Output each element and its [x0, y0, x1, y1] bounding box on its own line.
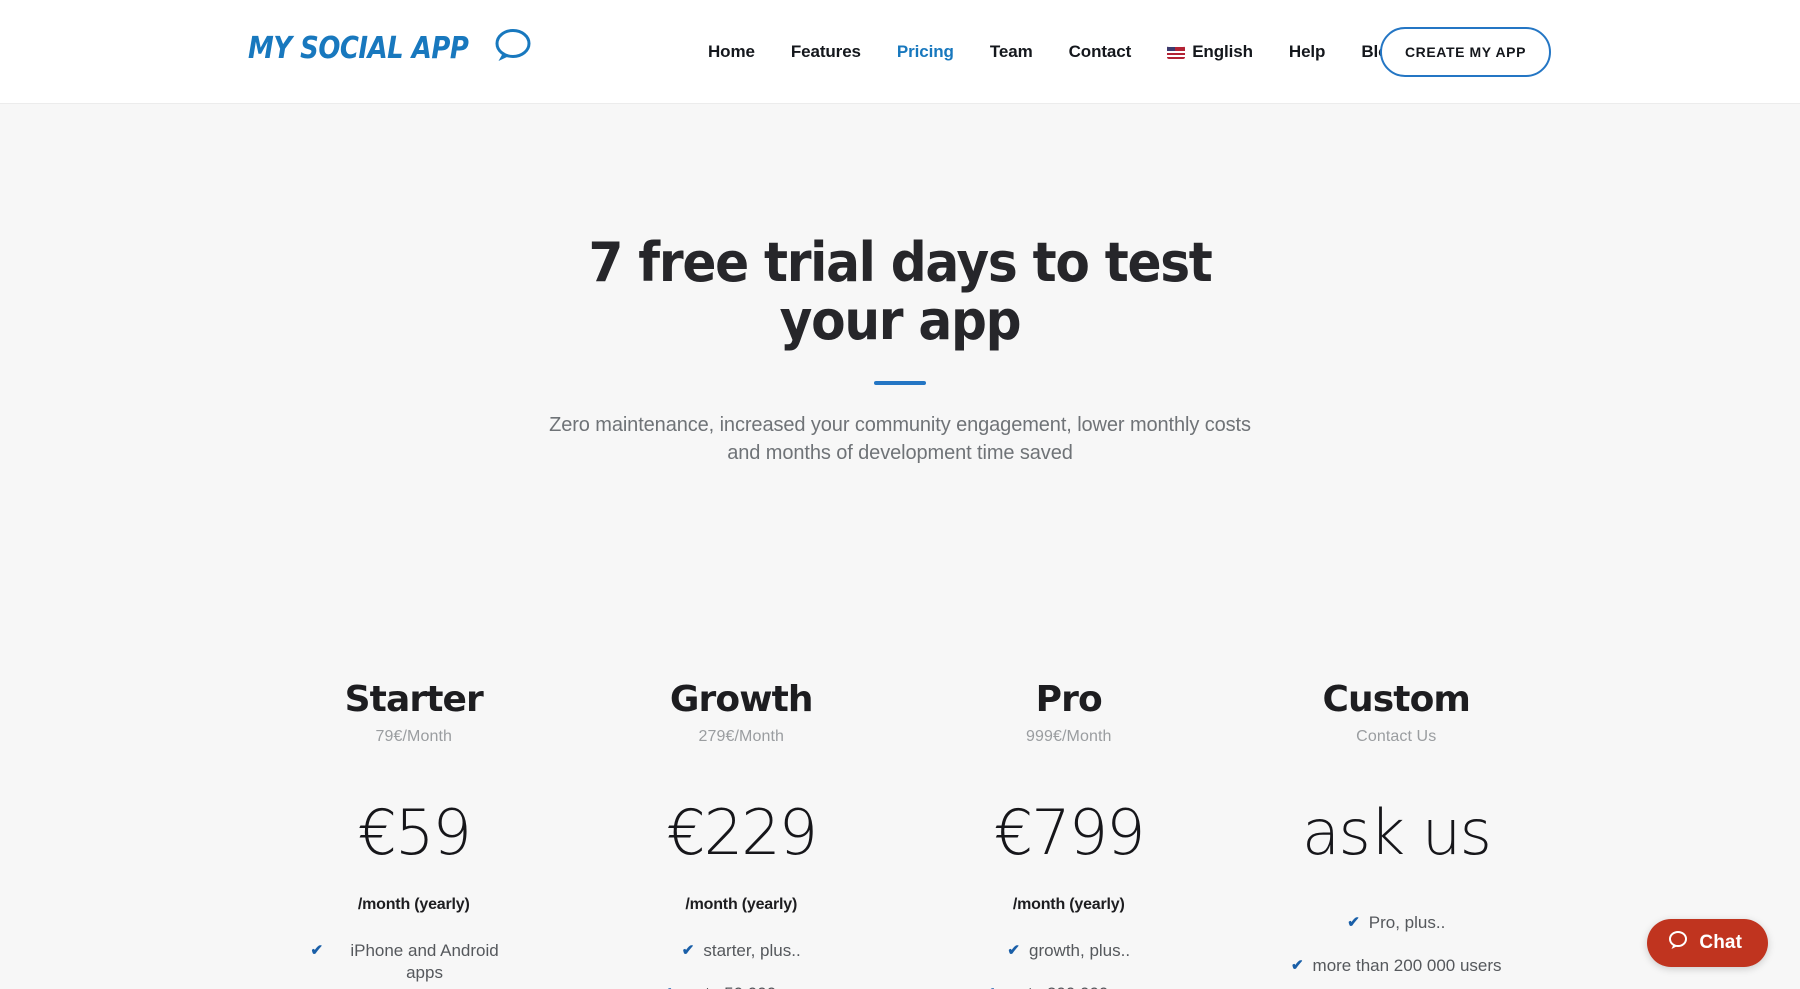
plan-period: /month (yearly) [685, 895, 798, 913]
pricing-plan-custom[interactable]: Custom Contact Us ask us ✔ Pro, plus.. ✔ m… [1233, 680, 1561, 989]
plan-feature-label: up to 50 000 users [682, 983, 823, 989]
plan-feature-list: ✔Pro, plus.. ✔more than 200 000 users ✔u… [1233, 912, 1561, 989]
check-icon: ✔ [983, 983, 996, 989]
nav-label: English [1192, 42, 1253, 61]
plan-feature-item: ✔ up to 200 000 users [905, 983, 1233, 989]
nav-label: Features [790, 42, 861, 61]
plan-feature-item: ✔ up to 50 000 users [578, 983, 906, 989]
nav-label: Team [989, 42, 1033, 61]
plan-feature-list: ✔ starter, plus.. ✔ up to 50 000 users ✔ up… [578, 940, 906, 989]
plan-feature-label: iPhone and Android apps [350, 940, 499, 983]
nav-item-team[interactable]: Team [972, 42, 1051, 62]
plan-price: €229 [666, 795, 818, 869]
plan-old-price: 279€/Month [698, 727, 784, 745]
check-icon: ✔ [1290, 957, 1304, 975]
hero-subtitle-line-1: Zero maintenance, increased your communi… [549, 413, 1251, 436]
nav-item-home[interactable]: Home [690, 42, 773, 62]
plan-name: Growth [669, 679, 814, 720]
check-icon: ✔ [681, 941, 695, 959]
main-navigation: Home Features Pricing Team Contact Engli… [690, 0, 1417, 104]
nav-label: Pricing [896, 42, 954, 61]
plan-feature-label: up to 200 000 users [1004, 983, 1154, 989]
plan-feature-list: ✔ growth, plus.. ✔ up to 200 000 users ✔ up… [905, 940, 1233, 989]
plan-feature-item: ✔ more than 200 000 users [1233, 955, 1561, 978]
title-divider [874, 380, 926, 385]
pricing-table: Starter 79€/Month €59 /month (yearly) ✔ i… [250, 680, 1560, 989]
plan-period: /month (yearly) [1012, 895, 1125, 913]
speech-bubble-icon [492, 28, 532, 69]
plan-feature-label: Pro, plus.. [1368, 912, 1446, 932]
nav-item-language[interactable]: English [1149, 42, 1271, 62]
nav-item-features[interactable]: Features [773, 42, 879, 62]
hero-section: 7 free trial days to test your app Zero … [0, 104, 1800, 989]
plan-price: €59 [357, 795, 472, 869]
plan-feature-label: more than 200 000 users [1312, 956, 1502, 976]
plan-old-price: 79€/Month [375, 727, 452, 745]
plan-feature-item: ✔ starter, plus.. [578, 940, 906, 963]
plan-feature-label: growth, plus.. [1028, 940, 1131, 960]
check-icon: ✔ [1347, 913, 1360, 931]
us-flag-icon [1167, 45, 1186, 59]
nav-label: Home [708, 42, 755, 61]
page-title-line-2: your app [779, 289, 1022, 353]
page-title: 7 free trial days to test your app [565, 104, 1235, 351]
nav-item-help[interactable]: Help [1271, 42, 1343, 62]
check-icon: ✔ [310, 941, 324, 959]
nav-label: Help [1288, 42, 1326, 61]
plan-price: €799 [993, 795, 1146, 869]
check-icon: ✔ [660, 983, 673, 989]
logo-text: MY SOCIAL APP [248, 31, 469, 66]
check-icon: ✔ [1007, 941, 1020, 959]
chat-widget-label: Chat [1699, 932, 1742, 953]
plan-old-price: Contact Us [1356, 727, 1437, 745]
plan-name: Custom [1322, 679, 1471, 720]
create-my-app-button[interactable]: CREATE MY APP [1380, 27, 1551, 77]
nav-item-pricing[interactable]: Pricing [879, 42, 972, 62]
hero-subtitle: Zero maintenance, increased your communi… [540, 411, 1260, 468]
site-header: MY SOCIAL APP Home Features Pricing Team… [0, 0, 1800, 106]
chat-bubble-icon [1667, 929, 1689, 957]
plan-feature-item: ✔ Pro, plus.. [1233, 912, 1561, 935]
pricing-plan-starter[interactable]: Starter 79€/Month €59 /month (yearly) ✔ i… [250, 680, 578, 989]
site-logo[interactable]: MY SOCIAL APP [248, 28, 532, 69]
plan-name: Starter [344, 679, 484, 720]
page-title-line-1: 7 free trial days to test [588, 231, 1212, 294]
nav-label: Contact [1068, 42, 1132, 61]
plan-feature-list: ✔iPhone and Android apps ✔up to 5 000 us… [250, 940, 578, 989]
hero-subtitle-line-2: and months of development time saved [727, 442, 1073, 465]
plan-feature-label: starter, plus.. [703, 940, 801, 960]
plan-feature-item: ✔ iPhone and Android apps [250, 940, 578, 985]
nav-item-contact[interactable]: Contact [1051, 42, 1150, 62]
plan-old-price: 999€/Month [1025, 727, 1112, 745]
pricing-plan-growth[interactable]: Growth 279€/Month €229 /month (yearly) ✔… [578, 680, 906, 989]
plan-name: Pro [1035, 679, 1103, 720]
create-my-app-label: CREATE MY APP [1404, 44, 1527, 60]
plan-price: ask us [1301, 795, 1492, 869]
pricing-plan-pro[interactable]: Pro 999€/Month €799 /month (yearly) ✔ gro… [905, 680, 1233, 989]
plan-period: /month (yearly) [357, 895, 470, 913]
plan-feature-item: ✔ growth, plus.. [905, 940, 1233, 963]
chat-widget-button[interactable]: Chat [1647, 919, 1768, 967]
